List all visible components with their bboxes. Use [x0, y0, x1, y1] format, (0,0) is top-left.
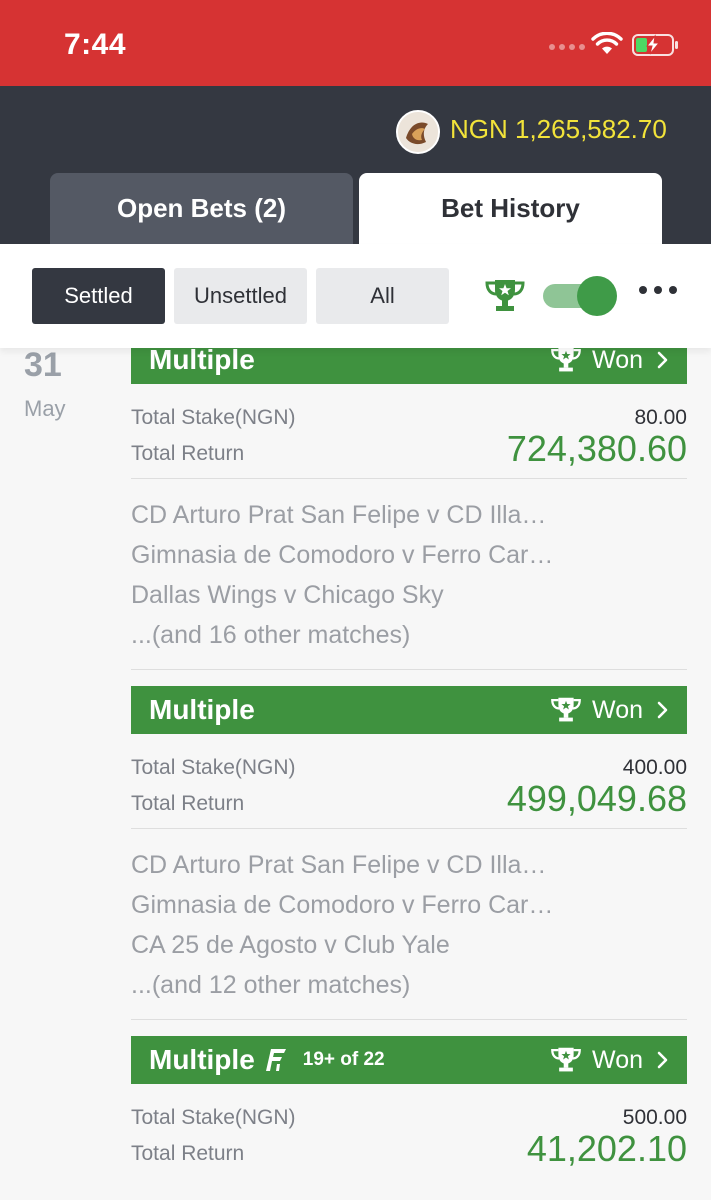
return-row: Total Return 724,380.60 [131, 428, 687, 470]
bet-type: Multiple [149, 1044, 255, 1075]
trophy-icon [551, 348, 581, 372]
filter-all-button[interactable]: All [316, 268, 449, 324]
filter-settled-button[interactable]: Settled [32, 268, 165, 324]
tab-open-bets[interactable]: Open Bets (2) [50, 173, 353, 244]
divider [131, 1019, 687, 1020]
bet-header[interactable]: Multiple 19+ of 22 Won [131, 1036, 687, 1084]
bet-card[interactable]: Multiple 19+ of 22 Won Total Stake(NGN) … [131, 1036, 687, 1170]
status-label: Won [592, 1045, 643, 1074]
status-time: 7:44 [64, 28, 127, 61]
bet-status: Won [550, 686, 669, 734]
date-label: 31 May [24, 348, 84, 422]
more-icon[interactable] [639, 286, 677, 294]
stake-value: 500.00 [622, 1106, 687, 1129]
bet-header[interactable]: Multiple Won [131, 686, 687, 734]
return-value: 724,380.60 [506, 428, 687, 469]
tab-bet-history[interactable]: Bet History [359, 173, 662, 244]
match-item: Gimnasia de Comodoro v Ferro Car… [131, 891, 554, 919]
bet-history-list: 31 May Multiple Won Total Stake(NGN) 80.… [0, 348, 711, 1200]
trophy-icon[interactable] [484, 278, 526, 314]
avatar[interactable] [396, 110, 440, 154]
trophy-icon [551, 697, 581, 722]
match-item: Gimnasia de Comodoro v Ferro Car… [131, 541, 554, 569]
return-row: Total Return 499,049.68 [131, 778, 687, 820]
bet-status: Won [550, 348, 669, 384]
battery-charging-icon [632, 34, 678, 56]
won-filter-toggle[interactable] [543, 276, 617, 316]
flex-icon [265, 1049, 286, 1071]
stake-label: Total Stake(NGN) [131, 1106, 296, 1129]
avatar-image-icon [398, 112, 438, 152]
bet-card[interactable]: Multiple Won Total Stake(NGN) 400.00 Tot… [131, 686, 687, 1020]
match-item: CD Arturo Prat San Felipe v CD Illa… [131, 501, 547, 529]
filter-unsettled-button[interactable]: Unsettled [174, 268, 307, 324]
status-bar: 7:44 [0, 0, 711, 86]
stake-label: Total Stake(NGN) [131, 406, 296, 429]
status-label: Won [592, 695, 643, 724]
chevron-right-icon [657, 351, 668, 369]
toggle-knob [577, 276, 617, 316]
cellular-signal-icon [549, 44, 585, 50]
stake-value: 400.00 [622, 756, 687, 779]
return-label: Total Return [131, 792, 245, 815]
return-label: Total Return [131, 1142, 245, 1165]
bet-header[interactable]: Multiple Won [131, 348, 687, 384]
flex-badge: 19+ of 22 [302, 1049, 385, 1070]
return-label: Total Return [131, 442, 245, 465]
bet-status: Won [550, 1036, 669, 1084]
bet-type: Multiple [149, 348, 255, 375]
match-item: Dallas Wings v Chicago Sky [131, 581, 444, 609]
date-day: 31 [24, 348, 62, 384]
return-value: 499,049.68 [506, 778, 687, 819]
match-list: CD Arturo Prat San Felipe v CD Illa… Gim… [131, 479, 687, 669]
stake-label: Total Stake(NGN) [131, 756, 296, 779]
account-header: NGN 1,265,582.70 Open Bets (2) Bet Histo… [0, 86, 711, 244]
match-item: ...(and 16 other matches) [131, 621, 411, 649]
bet-type: Multiple [149, 694, 255, 725]
filter-bar: Settled Unsettled All [0, 244, 711, 348]
bet-card[interactable]: Multiple Won Total Stake(NGN) 80.00 Tota… [131, 348, 687, 670]
divider [131, 669, 687, 670]
match-item: ...(and 12 other matches) [131, 971, 411, 999]
chevron-right-icon [657, 701, 668, 719]
chevron-right-icon [657, 1051, 668, 1069]
trophy-icon [551, 1047, 581, 1072]
return-value: 41,202.10 [526, 1128, 687, 1169]
return-row: Total Return 41,202.10 [131, 1128, 687, 1170]
date-month: May [24, 396, 66, 421]
match-list: CD Arturo Prat San Felipe v CD Illa… Gim… [131, 829, 687, 1019]
match-item: CA 25 de Agosto v Club Yale [131, 931, 450, 959]
match-item: CD Arturo Prat San Felipe v CD Illa… [131, 851, 547, 879]
stake-value: 80.00 [634, 406, 687, 429]
wifi-icon [591, 32, 623, 54]
account-balance: NGN 1,265,582.70 [450, 114, 667, 144]
status-label: Won [592, 348, 643, 374]
